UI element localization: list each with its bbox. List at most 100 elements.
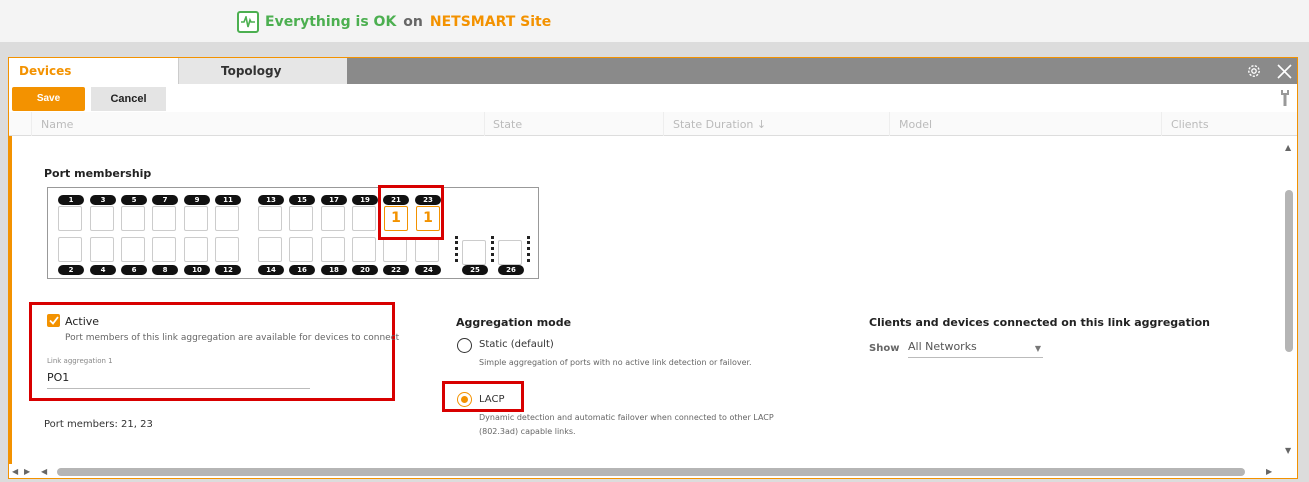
lacp-help-line-2: (802.3ad) capable links. [479,427,576,436]
column-name[interactable]: Name [41,118,73,131]
scroll-left-arrow-icon[interactable]: ◀ [41,467,47,476]
horizontal-scrollbar[interactable]: ◀ ▶ ◀ ▶ [9,464,1297,478]
table-header: Name State State Duration ↓ Model Client… [9,112,1297,136]
clients-title: Clients and devices connected on this li… [869,316,1211,329]
port-label-9: 9 [184,195,210,205]
port-14[interactable] [258,237,282,262]
vertical-scroll-thumb[interactable] [1285,190,1293,352]
port-16[interactable] [289,237,313,262]
column-separator [663,112,664,136]
network-filter-value: All Networks [908,340,977,353]
port-label-19: 19 [352,195,378,205]
port-label-25: 25 [462,265,488,275]
lacp-help-line-1: Dynamic detection and automatic failover… [479,413,774,422]
port-2[interactable] [58,237,82,262]
port-label-20: 20 [352,265,378,275]
port-13[interactable] [258,206,282,231]
scroll-up-icon[interactable]: ▲ [1285,143,1291,152]
gear-icon[interactable] [1245,62,1263,80]
lacp-radio[interactable] [457,392,472,407]
port-label-12: 12 [215,265,241,275]
column-separator [889,112,890,136]
scroll-down-icon[interactable]: ▼ [1285,446,1291,455]
column-separator [1161,112,1162,136]
port-9[interactable] [184,206,208,231]
aggregation-mode-title: Aggregation mode [456,316,572,329]
port-label-7: 7 [152,195,178,205]
port-1[interactable] [58,206,82,231]
static-radio[interactable] [457,338,472,353]
port-label-14: 14 [258,265,284,275]
tab-topology[interactable]: Topology [179,58,347,84]
port-24[interactable] [415,237,439,262]
port-11[interactable] [215,206,239,231]
port-4[interactable] [90,237,114,262]
port-5[interactable] [121,206,145,231]
port-label-1: 1 [58,195,84,205]
column-state[interactable]: State [493,118,522,131]
port-label-2: 2 [58,265,84,275]
port-17[interactable] [321,206,345,231]
vertical-scrollbar[interactable]: ▲ ▼ [1281,136,1297,464]
port-7[interactable] [152,206,176,231]
column-model[interactable]: Model [899,118,932,131]
port-6[interactable] [121,237,145,262]
port-26[interactable] [498,240,522,265]
top-status-bar: Everything is OK on NETSMART Site [0,0,1309,42]
port-label-18: 18 [321,265,347,275]
switch-faceplate: 1 3 5 7 9 11 13 15 17 19 21 23 1 1 2 4 6… [47,187,539,279]
active-help-text: Port members of this link aggregation ar… [65,333,400,343]
tab-devices[interactable]: Devices [9,58,179,84]
port-membership-title: Port membership [44,167,152,180]
network-filter-select[interactable]: All Networks ▼ [908,340,1043,358]
port-label-6: 6 [121,265,147,275]
port-20[interactable] [352,237,376,262]
health-pulse-icon [237,11,259,33]
close-icon[interactable] [1275,62,1293,80]
active-checkbox[interactable] [47,314,60,327]
lacp-label[interactable]: LACP [479,394,504,405]
link-aggregation-name-input[interactable]: PO1 [47,371,69,384]
port-18[interactable] [321,237,345,262]
save-button[interactable]: Save [12,87,85,111]
column-state-duration[interactable]: State Duration ↓ [673,118,766,131]
link-aggregation-detail: Port membership 1 3 5 7 9 11 13 15 17 19… [9,136,1297,464]
port-label-4: 4 [90,265,116,275]
wrench-icon[interactable] [1281,90,1289,106]
devices-panel: Devices Topology Save Cancel Name State … [8,57,1298,479]
port-10[interactable] [184,237,208,262]
port-label-24: 24 [415,265,441,275]
active-label[interactable]: Active [65,315,99,328]
link-aggregation-field-label: Link aggregation 1 [47,357,113,365]
port-25[interactable] [462,240,486,265]
status-message: Everything is OK [265,14,397,30]
port-12[interactable] [215,237,239,262]
column-separator [31,112,32,136]
scroll-right-icon[interactable]: ▶ [1266,467,1272,476]
port-label-15: 15 [289,195,315,205]
scroll-right-small-icon[interactable]: ▶ [24,467,30,476]
static-label[interactable]: Static (default) [479,339,554,350]
column-clients[interactable]: Clients [1171,118,1209,131]
port-label-8: 8 [152,265,178,275]
horizontal-scroll-thumb[interactable] [57,468,1245,476]
panel-controls [1245,62,1293,80]
port-8[interactable] [152,237,176,262]
port-15[interactable] [289,206,313,231]
port-label-3: 3 [90,195,116,205]
cancel-button[interactable]: Cancel [91,87,166,111]
site-name[interactable]: NETSMART Site [430,14,551,30]
port-label-13: 13 [258,195,284,205]
uplink-slot-border [527,236,530,262]
port-19[interactable] [352,206,376,231]
input-underline [47,388,310,389]
port-label-5: 5 [121,195,147,205]
port-3[interactable] [90,206,114,231]
port-22[interactable] [383,237,407,262]
scroll-left-icon[interactable]: ◀ [12,467,18,476]
port-label-10: 10 [184,265,210,275]
tab-bar: Devices Topology [9,58,1297,84]
health-status: Everything is OK on NETSMART Site [237,11,551,33]
port-label-26: 26 [498,265,524,275]
edit-toolbar: Save Cancel [9,84,1297,112]
